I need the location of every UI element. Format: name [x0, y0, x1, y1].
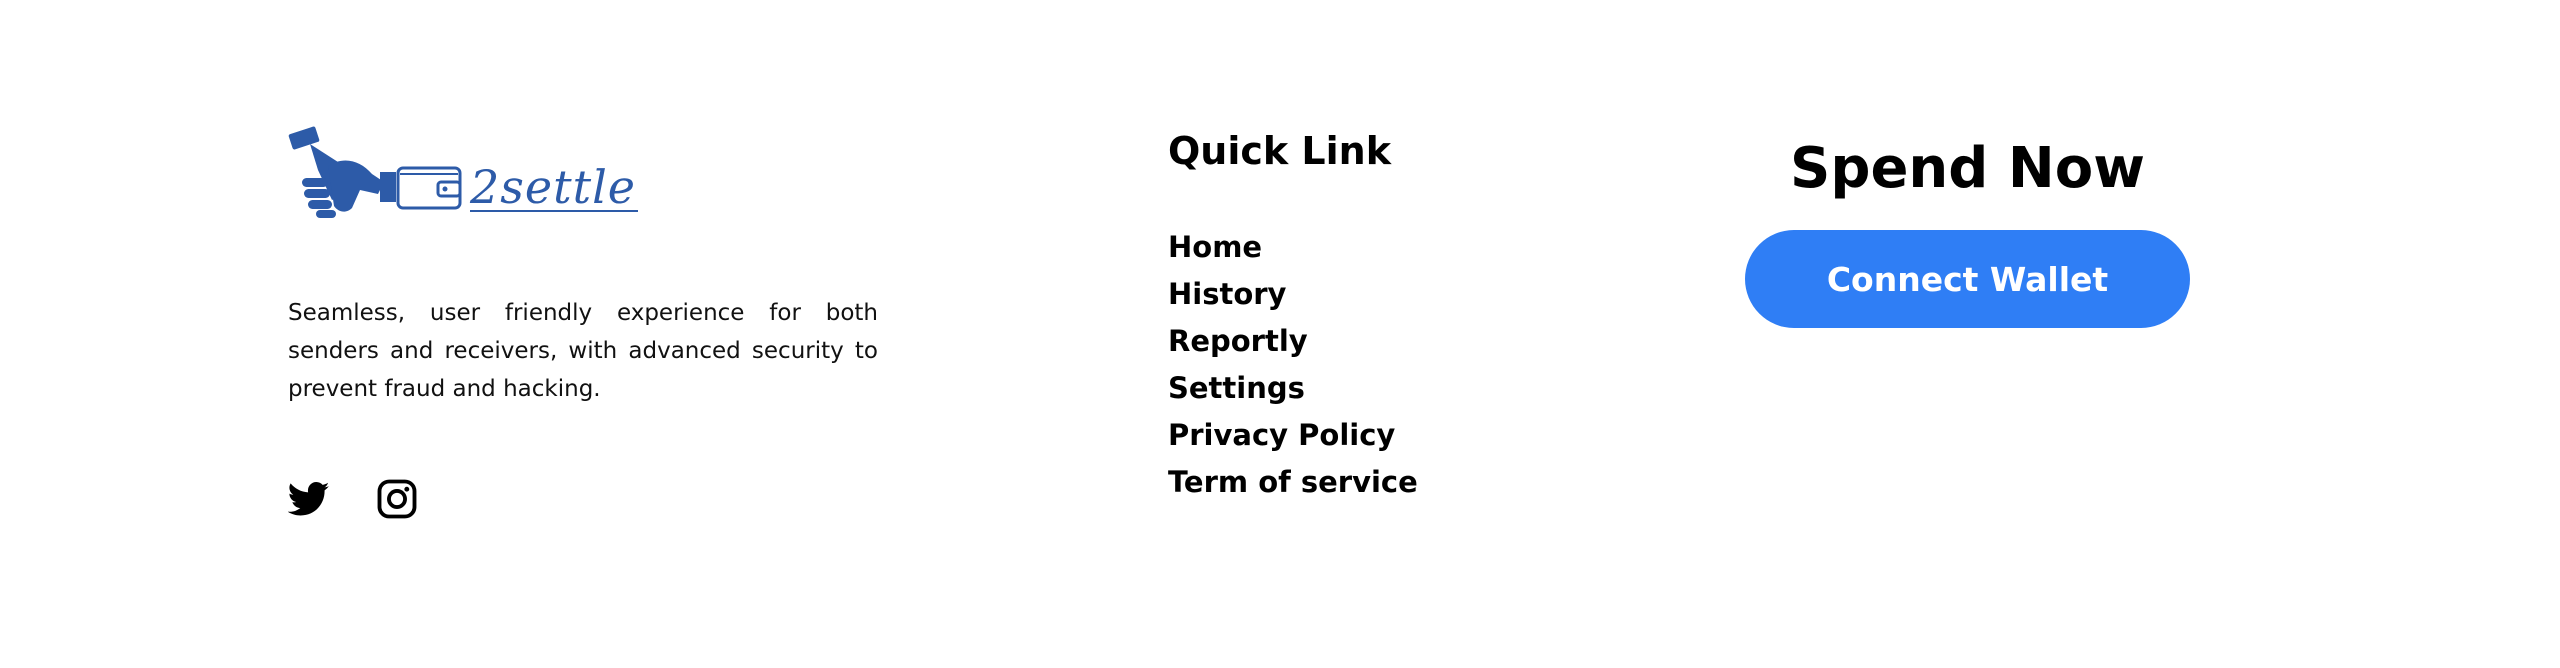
footer-link-privacy-policy[interactable]: Privacy Policy	[1168, 412, 1418, 459]
social-links	[288, 478, 878, 520]
footer-link-home[interactable]: Home	[1168, 224, 1418, 271]
footer-link-history[interactable]: History	[1168, 271, 1418, 318]
logo-wordmark: 2settle	[470, 160, 639, 214]
connect-wallet-button[interactable]: Connect Wallet	[1745, 230, 2190, 328]
brand-description: Seamless, user friendly experience for b…	[288, 300, 878, 402]
cta-column: Spend Now Connect Wallet	[1745, 134, 2190, 328]
spend-now-heading: Spend Now	[1790, 136, 2145, 201]
quick-links-title: Quick Link	[1168, 129, 1391, 173]
footer-link-reportly[interactable]: Reportly	[1168, 318, 1418, 365]
site-footer: 2settle Seamless, user friendly experien…	[0, 0, 2560, 668]
quick-links-column: Quick Link Home History Reportly Setting…	[1168, 126, 1418, 506]
logo[interactable]: 2settle	[288, 122, 878, 222]
brand-column: 2settle Seamless, user friendly experien…	[288, 122, 878, 520]
footer-link-term-of-service[interactable]: Term of service	[1168, 459, 1418, 506]
footer-link-settings[interactable]: Settings	[1168, 365, 1418, 412]
handshake-wallet-logo-icon	[288, 126, 462, 218]
instagram-icon[interactable]	[376, 478, 418, 520]
twitter-icon[interactable]	[288, 478, 330, 520]
